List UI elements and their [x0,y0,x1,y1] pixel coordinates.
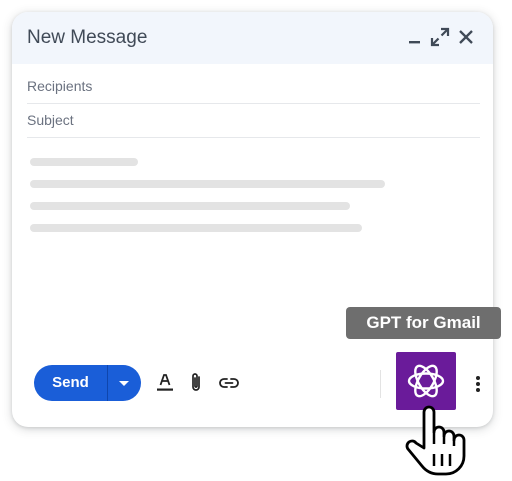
body-placeholder-line [30,202,350,210]
send-options-chevron-icon[interactable] [108,365,141,401]
hand-pointer-cursor-icon [398,402,470,476]
recipients-field[interactable]: Recipients [27,70,480,104]
text-format-icon[interactable] [153,371,177,395]
body-placeholder-line [30,180,385,188]
subject-field[interactable]: Subject [27,104,480,138]
send-button[interactable]: Send [34,365,107,401]
send-button-group: Send [34,365,141,401]
gpt-for-gmail-tooltip: GPT for Gmail [346,307,501,339]
close-icon[interactable] [455,26,477,48]
expand-icon[interactable] [429,26,451,48]
more-vert-icon[interactable] [470,374,486,394]
minimize-icon[interactable] [404,26,426,48]
link-icon[interactable] [217,371,241,395]
body-placeholder-line [30,158,138,166]
toolbar-separator [380,370,381,398]
compose-window: New Message Recipients Subject Send [12,12,493,427]
recipients-placeholder: Recipients [27,78,93,94]
body-placeholder-line [30,224,362,232]
compose-header: New Message [12,12,493,64]
compose-title: New Message [27,27,148,48]
attach-icon[interactable] [184,371,208,395]
subject-placeholder: Subject [27,112,74,128]
